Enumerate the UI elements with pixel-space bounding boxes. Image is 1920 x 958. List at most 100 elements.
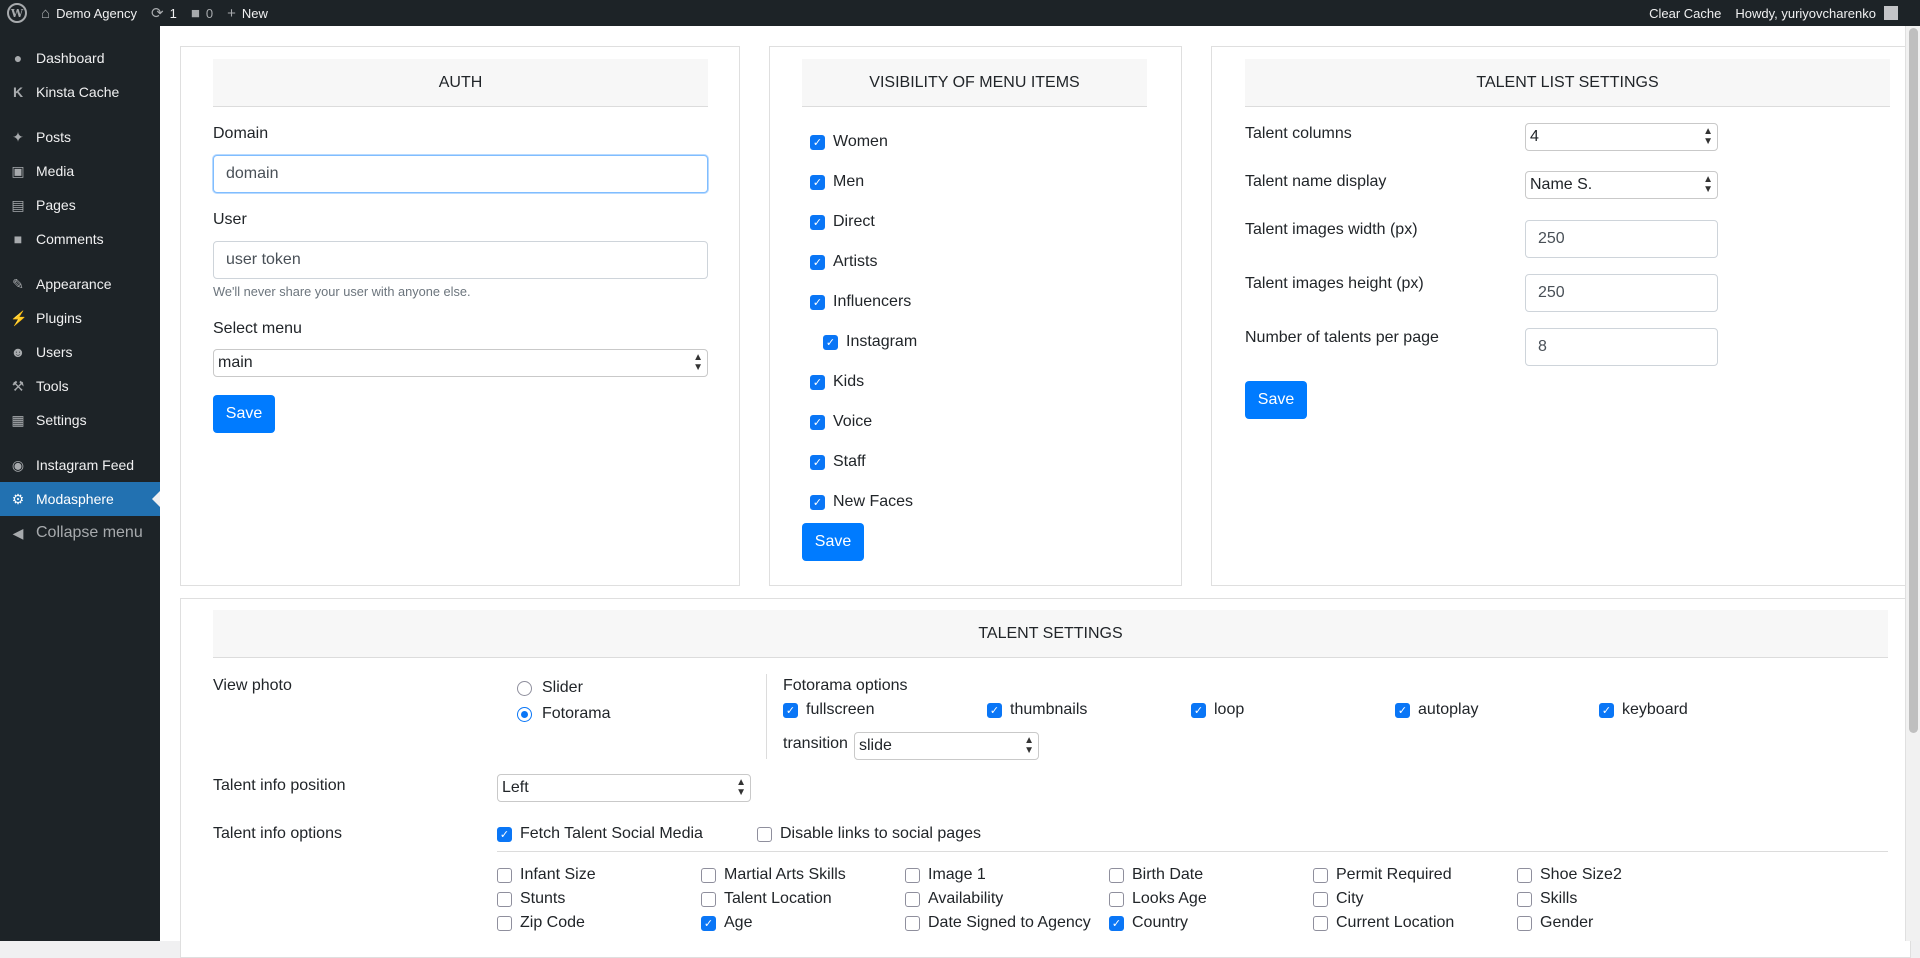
transition-select[interactable]: slide ▲ ▼	[854, 732, 1039, 760]
field-zip-code-checkbox[interactable]: Zip Code	[497, 914, 585, 932]
field-current-location-checkbox[interactable]: Current Location	[1313, 914, 1454, 932]
sidebar-item-pages[interactable]: ▤ Pages	[0, 188, 160, 222]
talent-list-save-button[interactable]: Save	[1245, 381, 1307, 419]
page-scrollbar[interactable]	[1905, 26, 1920, 941]
sidebar-item-kinsta-cache[interactable]: K Kinsta Cache	[0, 75, 160, 109]
wordpress-logo-button[interactable]: W	[0, 0, 34, 26]
sidebar-item-label: Dashboard	[36, 50, 105, 66]
camera-icon: ◉	[11, 456, 25, 473]
user-token-input[interactable]: user token	[213, 241, 708, 279]
menu-item-influencers-checkbox[interactable]: ✓ Influencers	[810, 293, 911, 311]
field-age-checkbox[interactable]: ✓ Age	[701, 914, 752, 932]
checkbox-box	[1313, 915, 1328, 931]
field-birth-date-checkbox[interactable]: Birth Date	[1109, 866, 1203, 884]
fotorama-loop-checkbox[interactable]: ✓ loop	[1191, 701, 1244, 719]
view-photo-fotorama-radio[interactable]: Fotorama	[517, 705, 610, 723]
auth-save-button[interactable]: Save	[213, 395, 275, 433]
field-image-1-checkbox[interactable]: Image 1	[905, 866, 986, 884]
fotorama-fullscreen-checkbox[interactable]: ✓ fullscreen	[783, 701, 874, 719]
checkbox-label: Date Signed to Agency	[928, 914, 1091, 931]
options-divider	[497, 851, 1888, 852]
sidebar-item-label: Media	[36, 163, 75, 179]
my-account-link[interactable]: Howdy, yuriyovcharenko	[1728, 0, 1920, 26]
menu-item-kids-checkbox[interactable]: ✓ Kids	[810, 373, 864, 391]
talent-name-display-value: Name S.	[1530, 176, 1593, 193]
field-city-checkbox[interactable]: City	[1313, 890, 1364, 908]
talents-per-page-input[interactable]: 8	[1525, 328, 1718, 366]
collapse-menu-button[interactable]: ◀ Collapse menu	[0, 516, 160, 550]
checkbox-label: keyboard	[1622, 701, 1688, 718]
sidebar-item-users[interactable]: ☻ Users	[0, 335, 160, 369]
talent-info-position-select[interactable]: Left ▲ ▼	[497, 774, 751, 802]
talent-name-display-select[interactable]: Name S. ▲ ▼	[1525, 171, 1718, 199]
menu-item-men-checkbox[interactable]: ✓ Men	[810, 173, 864, 191]
talent-images-height-input[interactable]: 250	[1525, 274, 1718, 312]
chevron-updown-icon: ▲ ▼	[1024, 735, 1034, 756]
site-name-link[interactable]: ⌂ Demo Agency	[34, 0, 144, 26]
fotorama-thumbnails-checkbox[interactable]: ✓ thumbnails	[987, 701, 1087, 719]
field-looks-age-checkbox[interactable]: Looks Age	[1109, 890, 1207, 908]
sidebar-item-modasphere[interactable]: ⚙ Modasphere	[0, 482, 160, 516]
field-date-signed-checkbox[interactable]: Date Signed to Agency	[905, 914, 1091, 932]
scrollbar-thumb[interactable]	[1909, 28, 1918, 733]
sidebar-item-appearance[interactable]: ✎ Appearance	[0, 267, 160, 301]
sidebar-item-label: Tools	[36, 378, 69, 394]
select-menu-dropdown[interactable]: main ▲ ▼	[213, 349, 708, 377]
field-stunts-checkbox[interactable]: Stunts	[497, 890, 565, 908]
talent-columns-select[interactable]: 4 ▲ ▼	[1525, 123, 1718, 151]
view-photo-slider-radio[interactable]: Slider	[517, 679, 583, 697]
updates-link[interactable]: ⟳ 1	[144, 0, 184, 26]
checkbox-box	[905, 891, 920, 907]
field-skills-checkbox[interactable]: Skills	[1517, 890, 1577, 908]
gear-icon: ⚙	[11, 490, 25, 507]
media-icon: ▣	[11, 162, 25, 179]
domain-input[interactable]: domain	[213, 155, 708, 193]
field-talent-location-checkbox[interactable]: Talent Location	[701, 890, 832, 908]
field-availability-checkbox[interactable]: Availability	[905, 890, 1003, 908]
chevron-updown-icon: ▲ ▼	[1703, 126, 1713, 147]
disable-social-links-checkbox[interactable]: Disable links to social pages	[757, 825, 981, 843]
checkbox-label: Looks Age	[1132, 890, 1207, 907]
menu-item-voice-checkbox[interactable]: ✓ Voice	[810, 413, 872, 431]
pages-icon: ▤	[11, 196, 25, 213]
fotorama-keyboard-checkbox[interactable]: ✓ keyboard	[1599, 701, 1688, 719]
field-shoe-size2-checkbox[interactable]: Shoe Size2	[1517, 866, 1622, 884]
sidebar-item-tools[interactable]: ⚒ Tools	[0, 369, 160, 403]
checkbox-label: Availability	[928, 890, 1004, 907]
comments-link[interactable]: ■ 0	[184, 0, 220, 26]
field-permit-required-checkbox[interactable]: Permit Required	[1313, 866, 1452, 884]
talent-info-options-label: Talent info options	[213, 825, 342, 842]
menu-item-direct-checkbox[interactable]: ✓ Direct	[810, 213, 875, 231]
field-infant-size-checkbox[interactable]: Infant Size	[497, 866, 596, 884]
field-martial-arts-skills-checkbox[interactable]: Martial Arts Skills	[701, 866, 846, 884]
field-country-checkbox[interactable]: ✓ Country	[1109, 914, 1188, 932]
talent-images-width-input[interactable]: 250	[1525, 220, 1718, 258]
sidebar-item-comments[interactable]: ■ Comments	[0, 222, 160, 256]
talent-settings-card: TALENT SETTINGS View photo Slider Fotora…	[180, 598, 1911, 958]
new-content-link[interactable]: + New	[220, 0, 275, 26]
sidebar-item-settings[interactable]: ▦ Settings	[0, 403, 160, 437]
menu-item-instagram-checkbox[interactable]: ✓ Instagram	[823, 333, 917, 351]
clear-cache-link[interactable]: Clear Cache	[1642, 0, 1728, 26]
talent-images-width-label: Talent images width (px)	[1245, 221, 1418, 238]
fotorama-autoplay-checkbox[interactable]: ✓ autoplay	[1395, 701, 1479, 719]
field-gender-checkbox[interactable]: Gender	[1517, 914, 1593, 932]
visibility-save-button[interactable]: Save	[802, 523, 864, 561]
talent-images-width-value: 250	[1538, 230, 1565, 247]
sidebar-item-dashboard[interactable]: ● Dashboard	[0, 41, 160, 75]
checkbox-label: Current Location	[1336, 914, 1455, 931]
checkbox-label: Instagram	[846, 333, 918, 350]
menu-item-staff-checkbox[interactable]: ✓ Staff	[810, 453, 866, 471]
checkbox-label: Voice	[833, 413, 873, 430]
sidebar-item-posts[interactable]: ✦ Posts	[0, 120, 160, 154]
check-icon: ✓	[810, 374, 825, 390]
auth-card-title: AUTH	[213, 59, 708, 107]
sidebar-item-instagram-feed[interactable]: ◉ Instagram Feed	[0, 448, 160, 482]
menu-item-artists-checkbox[interactable]: ✓ Artists	[810, 253, 877, 271]
sidebar-item-plugins[interactable]: ⚡ Plugins	[0, 301, 160, 335]
menu-item-women-checkbox[interactable]: ✓ Women	[810, 133, 888, 151]
sidebar-item-media[interactable]: ▣ Media	[0, 154, 160, 188]
menu-item-new-faces-checkbox[interactable]: ✓ New Faces	[810, 493, 913, 511]
fetch-social-media-checkbox[interactable]: ✓ Fetch Talent Social Media	[497, 825, 703, 843]
checkbox-label: autoplay	[1418, 701, 1479, 718]
